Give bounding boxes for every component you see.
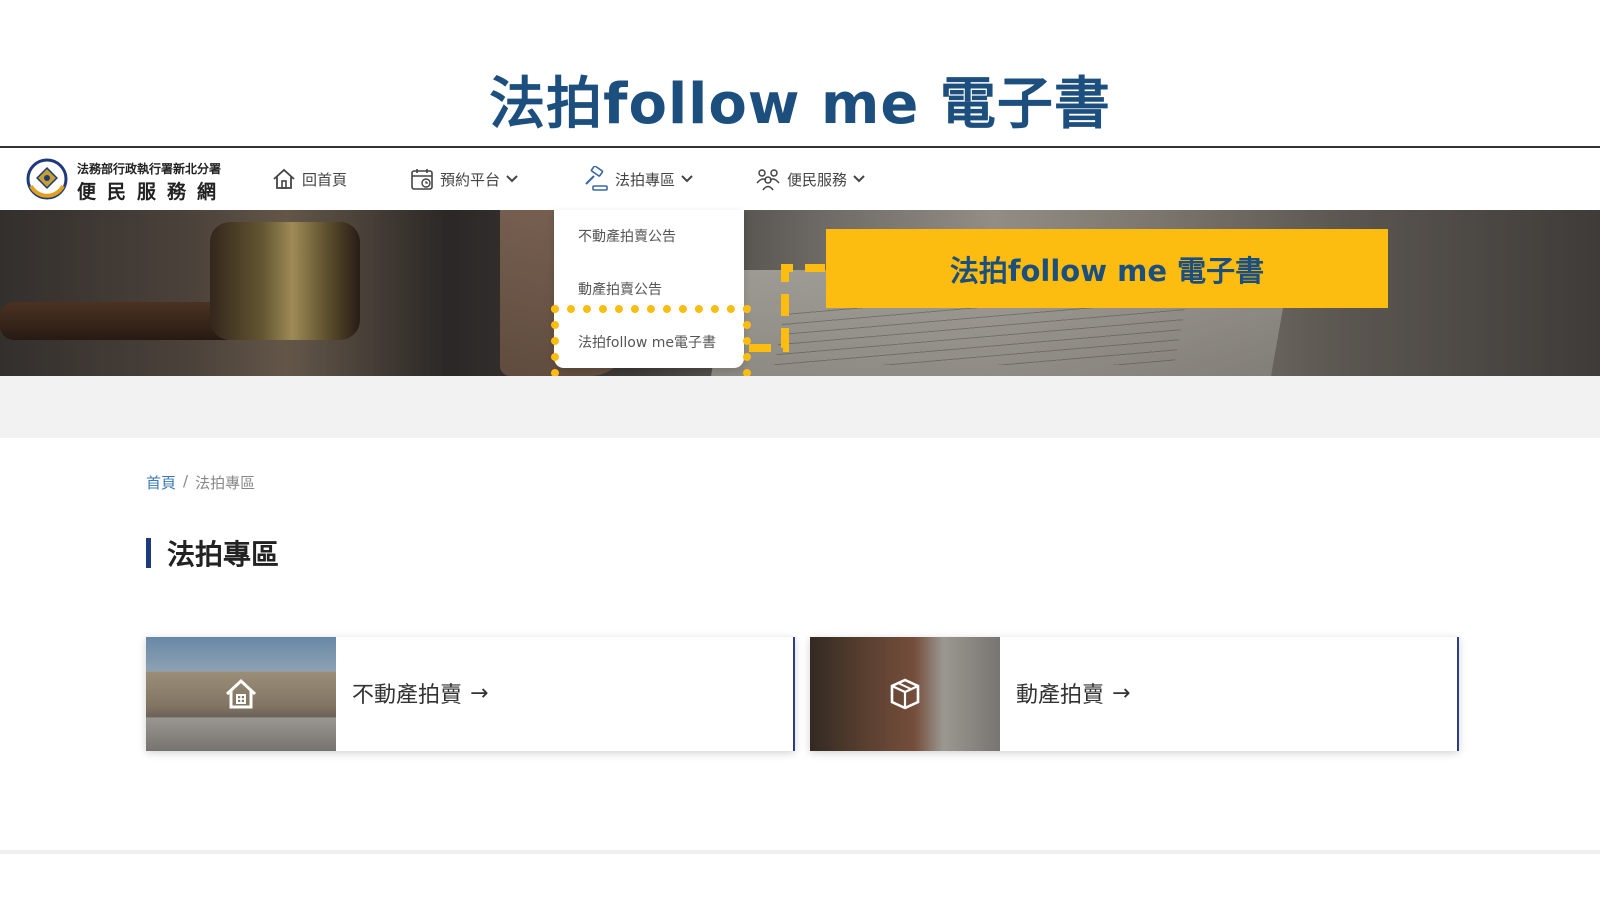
nav-booking[interactable]: 預約平台 — [410, 162, 518, 196]
arrow-right-icon: → — [470, 680, 489, 706]
breadcrumb-home-link[interactable]: 首頁 — [146, 472, 176, 493]
site-logo[interactable]: 法務部行政執行署新北分署 便民服務網 — [25, 158, 228, 203]
gavel-icon — [585, 166, 608, 191]
auction-dropdown-menu: 不動產拍賣公告 動產拍賣公告 法拍follow me電子書 — [554, 210, 744, 368]
box-icon — [890, 678, 920, 710]
logo-site-name: 便民服務網 — [77, 181, 228, 203]
nav-service-label: 便民服務 — [787, 170, 848, 189]
title-accent-bar — [146, 538, 151, 568]
dropdown-item-movable-notice[interactable]: 動產拍賣公告 — [578, 279, 662, 299]
site-navbar: 法務部行政執行署新北分署 便民服務網 回首頁 預約平台 法拍專區 便民服務 — [0, 148, 1600, 210]
card-realestate-text: 不動產拍賣 — [352, 683, 463, 708]
grey-band — [0, 376, 1600, 438]
movable-thumbnail — [810, 637, 1000, 751]
card-movable-label: 動產拍賣 → — [1016, 677, 1130, 709]
footer-divider — [0, 850, 1600, 854]
nav-home[interactable]: 回首頁 — [272, 162, 347, 196]
card-realestate-label: 不動產拍賣 → — [352, 677, 488, 709]
chevron-down-icon — [681, 175, 693, 183]
emblem-icon — [26, 158, 68, 200]
nav-service[interactable]: 便民服務 — [755, 162, 865, 196]
chevron-down-icon — [506, 175, 518, 183]
page-title-text: 法拍專區 — [167, 538, 280, 571]
nav-auction[interactable]: 法拍專區 — [583, 162, 693, 196]
house-icon — [225, 678, 257, 709]
nav-home-label: 回首頁 — [302, 170, 348, 189]
nav-auction-label: 法拍專區 — [615, 170, 676, 189]
calendar-icon — [411, 169, 433, 190]
arrow-right-icon: → — [1112, 680, 1131, 706]
slide-title: 法拍follow me 電子書 — [489, 72, 1111, 137]
card-movable-auction[interactable]: 動產拍賣 → — [810, 637, 1459, 751]
breadcrumb-current: 法拍專區 — [195, 474, 256, 492]
card-realestate-auction[interactable]: 不動產拍賣 → — [146, 637, 795, 751]
page-title: 法拍專區 — [146, 536, 280, 571]
logo-agency-name: 法務部行政執行署新北分署 — [77, 162, 222, 176]
realestate-thumbnail — [146, 637, 336, 751]
chevron-down-icon — [853, 175, 865, 183]
home-icon — [273, 168, 295, 189]
nav-booking-label: 預約平台 — [440, 170, 501, 189]
breadcrumb-separator: / — [183, 472, 189, 490]
callout-banner: 法拍follow me 電子書 — [826, 229, 1388, 308]
dropdown-item-ebook[interactable]: 法拍follow me電子書 — [578, 332, 716, 352]
people-icon — [756, 169, 780, 191]
card-movable-text: 動產拍賣 — [1016, 683, 1105, 708]
breadcrumb: 首頁 / 法拍專區 — [146, 472, 255, 493]
dropdown-item-realestate-notice[interactable]: 不動產拍賣公告 — [578, 226, 676, 246]
